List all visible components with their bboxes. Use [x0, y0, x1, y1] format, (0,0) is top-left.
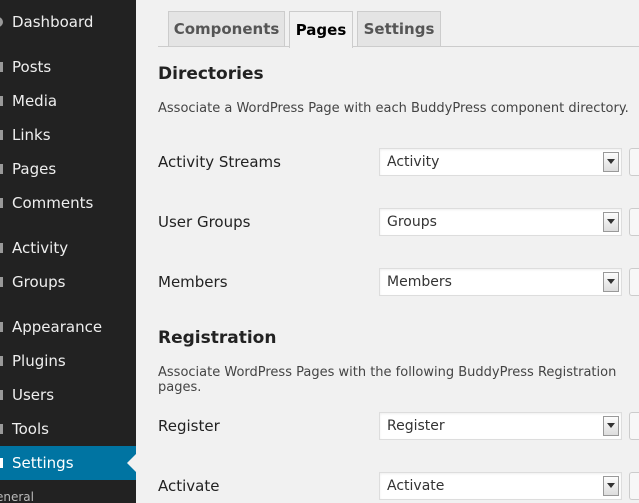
sidebar-item-activity[interactable]: Activity	[0, 231, 136, 265]
tab-components[interactable]: Components	[168, 11, 285, 46]
sidebar-item-plugins[interactable]: Plugins	[0, 344, 136, 378]
tools-icon	[0, 422, 5, 436]
appearance-icon	[0, 320, 5, 334]
groups-icon	[0, 275, 5, 289]
chevron-down-icon[interactable]	[603, 272, 619, 292]
sidebar-item-users[interactable]: Users	[0, 378, 136, 412]
plugins-icon	[0, 354, 5, 368]
links-icon	[0, 128, 5, 142]
sidebar-item-groups[interactable]: Groups	[0, 265, 136, 299]
activity-icon	[0, 241, 5, 255]
posts-icon	[0, 60, 5, 74]
sidebar-item-appearance[interactable]: Appearance	[0, 310, 136, 344]
page-select-activity[interactable]: Activity	[379, 148, 622, 176]
row-label-members: Members	[158, 273, 228, 291]
sidebar-item-label: Dashboard	[12, 13, 94, 31]
sidebar-item-label: Appearance	[12, 318, 103, 336]
chevron-down-icon[interactable]	[603, 152, 619, 172]
sidebar-item-dashboard[interactable]: Dashboard	[0, 5, 136, 39]
sidebar-item-label: Posts	[12, 58, 52, 76]
section-title-registration: Registration	[158, 328, 277, 348]
page-select-activate[interactable]: Activate	[379, 472, 622, 500]
row-label-activate: Activate	[158, 477, 220, 495]
sidebar-item-label: Settings	[12, 454, 74, 472]
view-page-button[interactable]	[629, 472, 639, 500]
select-value: Activity	[387, 154, 440, 170]
page-select-register[interactable]: Register	[379, 412, 622, 440]
sidebar-item-label: Media	[12, 92, 58, 110]
sidebar-item-pages[interactable]: Pages	[0, 152, 136, 186]
page-select-members[interactable]: Members	[379, 268, 622, 296]
sidebar-item-label: Comments	[12, 194, 94, 212]
page-select-groups[interactable]: Groups	[379, 208, 622, 236]
tab-settings[interactable]: Settings	[357, 11, 441, 46]
section-title-directories: Directories	[158, 64, 264, 84]
submenu-item-general[interactable]: eneral	[0, 490, 34, 503]
sidebar-item-media[interactable]: Media	[0, 84, 136, 118]
sidebar-item-links[interactable]: Links	[0, 118, 136, 152]
chevron-down-icon[interactable]	[603, 416, 619, 436]
view-page-button[interactable]	[629, 148, 639, 176]
row-label-activity-streams: Activity Streams	[158, 153, 281, 171]
media-icon	[0, 94, 5, 108]
sidebar-item-label: Tools	[12, 420, 49, 438]
section-description: Associate WordPress Pages with the follo…	[158, 365, 617, 395]
chevron-down-icon[interactable]	[603, 212, 619, 232]
sidebar-item-comments[interactable]: Comments	[0, 186, 136, 220]
view-page-button[interactable]	[629, 268, 639, 296]
view-page-button[interactable]	[629, 412, 639, 440]
sidebar-item-label: Pages	[12, 160, 57, 178]
view-page-button[interactable]	[629, 208, 639, 236]
sidebar-item-posts[interactable]: Posts	[0, 50, 136, 84]
pages-icon	[0, 162, 5, 176]
sidebar-item-label: Users	[12, 386, 55, 404]
tab-pages[interactable]: Pages	[289, 11, 353, 48]
select-value: Members	[387, 274, 452, 290]
select-value: Activate	[387, 478, 445, 494]
comments-icon	[0, 196, 5, 210]
sidebar-item-label: Groups	[12, 273, 66, 291]
select-value: Register	[387, 418, 445, 434]
section-description: Associate a WordPress Page with each Bud…	[158, 101, 629, 116]
sidebar-item-settings[interactable]: Settings	[0, 446, 136, 480]
sidebar-item-tools[interactable]: Tools	[0, 412, 136, 446]
dashboard-icon	[0, 15, 5, 29]
tabs-divider	[158, 46, 639, 47]
sidebar-item-label: Activity	[12, 239, 69, 257]
select-value: Groups	[387, 214, 437, 230]
admin-sidebar: Dashboard Posts Media Links Pages Commen…	[0, 0, 136, 503]
users-icon	[0, 388, 5, 402]
sidebar-item-label: Plugins	[12, 352, 66, 370]
row-label-register: Register	[158, 417, 220, 435]
settings-icon	[0, 456, 5, 470]
sidebar-item-label: Links	[12, 126, 51, 144]
chevron-down-icon[interactable]	[603, 476, 619, 496]
row-label-user-groups: User Groups	[158, 213, 251, 231]
